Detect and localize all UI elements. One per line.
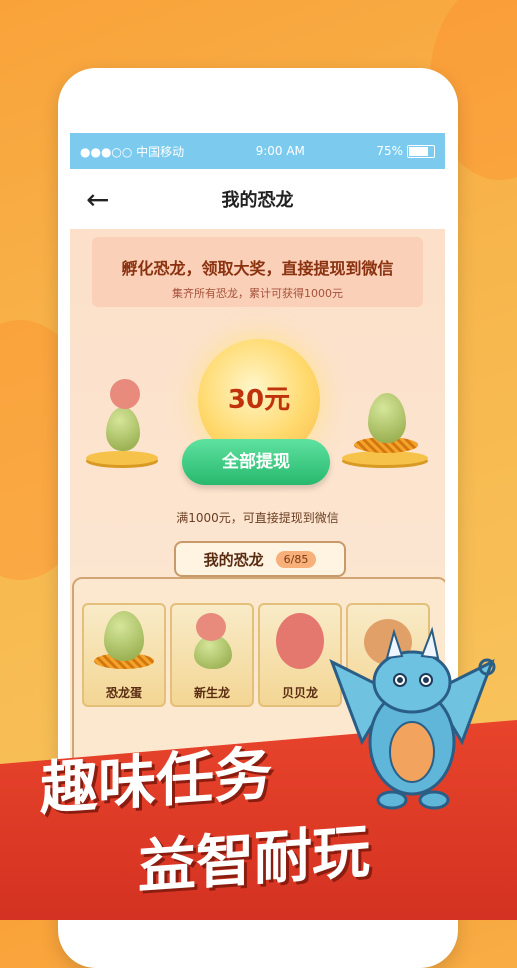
right-egg-icon — [368, 393, 406, 443]
dino-card-label: 恐龙蛋 — [105, 686, 142, 700]
collection-tab[interactable]: 我的恐龙 6/85 — [174, 541, 346, 577]
collection-tab-label: 我的恐龙 — [203, 550, 264, 569]
banner: 孵化恐龙，领取大奖，直接提现到微信 集齐所有恐龙，累计可获得1000元 — [92, 237, 423, 307]
withdraw-tip: 满1000元，可直接提现到微信 — [176, 511, 339, 525]
dino-card-label: 新生龙 — [193, 686, 230, 700]
hatched-egg-icon — [106, 407, 140, 451]
battery-icon — [406, 145, 435, 158]
banner-headline: 孵化恐龙，领取大奖，直接提现到微信 — [121, 259, 394, 278]
nav-bar: ← 我的恐龙 — [70, 169, 445, 229]
left-pedestal — [86, 451, 158, 465]
dino-card-egg[interactable]: 恐龙蛋 — [82, 603, 166, 707]
dino-card-newborn[interactable]: 新生龙 — [170, 603, 254, 707]
baby-dino-icon — [196, 613, 226, 641]
blue-dragon-icon — [329, 626, 496, 810]
status-bar: ●●●○○ 中国移动 9:00 AM 75% — [70, 133, 445, 169]
page-title: 我的恐龙 — [221, 190, 294, 211]
pink-dino-icon — [276, 613, 324, 669]
banner-subtitle: 集齐所有恐龙，累计可获得1000元 — [172, 287, 343, 300]
carrier-label: ●●●○○ 中国移动 — [80, 144, 185, 159]
withdraw-all-button[interactable]: 全部提现 — [182, 439, 330, 485]
promo-line-2: 益智耐玩 — [138, 816, 371, 902]
right-pedestal — [342, 451, 428, 465]
promo-line-1: 趣味任务 — [40, 738, 273, 824]
battery-status: 75% — [376, 144, 435, 158]
baby-dino-icon — [110, 379, 140, 409]
egg-icon — [104, 611, 144, 661]
status-time: 9:00 AM — [255, 144, 305, 158]
battery-label: 75% — [376, 144, 403, 158]
collection-count-badge: 6/85 — [275, 550, 317, 568]
arrow-left-icon[interactable]: ← — [86, 183, 109, 216]
